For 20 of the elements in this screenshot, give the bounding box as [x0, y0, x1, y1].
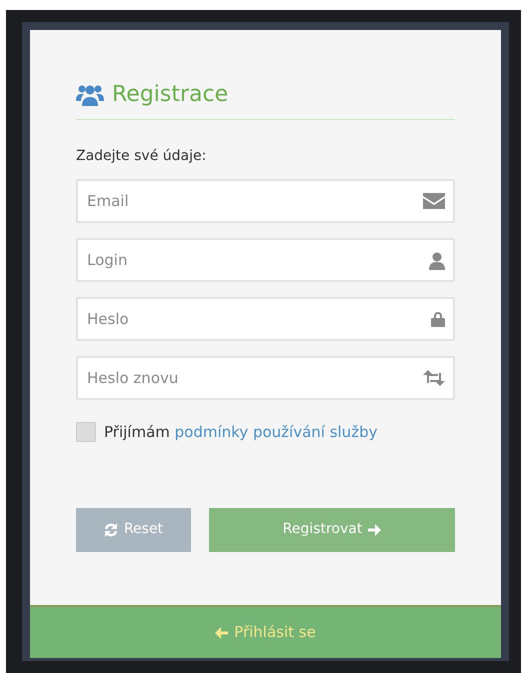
input-field[interactable]: Email	[76, 179, 455, 223]
reset-button[interactable]: Reset	[76, 508, 191, 552]
register-button[interactable]: Registrovat	[209, 508, 455, 552]
terms-text: Přijímám podmínky používání služby	[104, 422, 378, 443]
input-field[interactable]: Login	[76, 238, 455, 282]
terms-link[interactable]: podmínky používání služby	[174, 423, 378, 441]
refresh-icon	[104, 522, 118, 536]
form-prompt: Zadejte své údaje:	[76, 147, 208, 166]
login-link[interactable]: Přihlásit se	[30, 605, 501, 658]
envelope-icon	[423, 193, 445, 209]
users-icon	[76, 82, 104, 106]
user-icon	[429, 252, 445, 270]
arrow-left-icon	[215, 626, 228, 638]
form-title: Registrace	[112, 81, 228, 109]
arrow-right-icon	[368, 524, 382, 536]
input-field[interactable]: Heslo znovu	[76, 356, 455, 400]
terms-checkbox[interactable]	[76, 422, 96, 442]
repeat-icon	[423, 370, 445, 386]
lock-icon	[431, 311, 445, 327]
input-field[interactable]: Heslo	[76, 297, 455, 341]
